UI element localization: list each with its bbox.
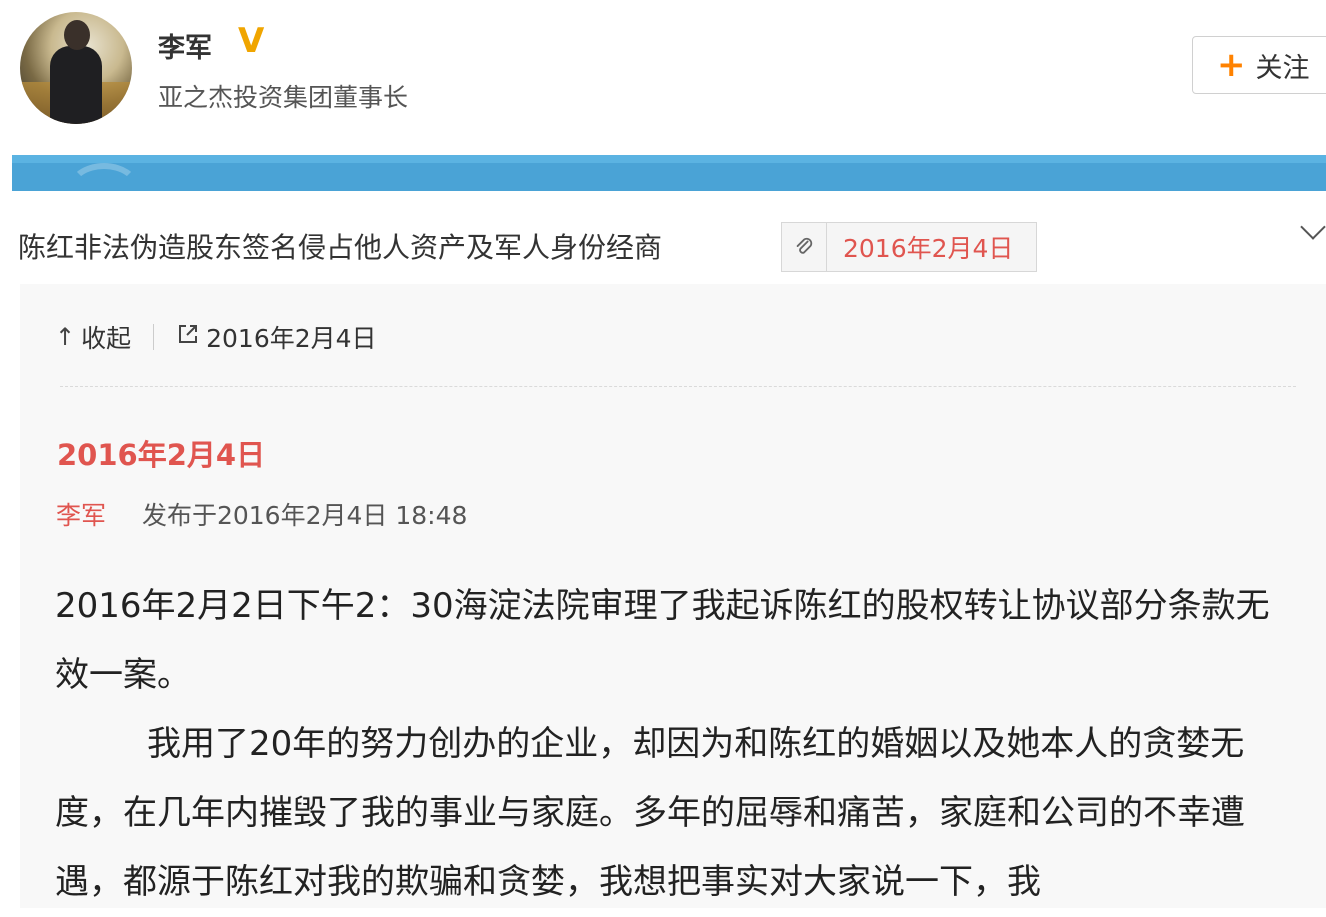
post-content: 2016年2月2日下午2：30海淀法院审理了我起诉陈红的股权转让协议部分条款无效…: [55, 572, 1285, 917]
user-name[interactable]: 李军: [158, 26, 212, 65]
tag-date-label: 2016年2月4日: [843, 234, 1014, 263]
header-banner: [12, 155, 1326, 191]
avatar[interactable]: [20, 12, 132, 124]
collapse-link[interactable]: 收起: [81, 319, 131, 355]
post-published: 发布于2016年2月4日 18:48: [141, 501, 468, 530]
follow-label: 关注: [1255, 52, 1310, 84]
paragraph: 我用了20年的努力创办的企业，却因为和陈红的婚姻以及她本人的贪婪无度，在几年内摧…: [55, 724, 1245, 902]
post-meta: 李军 发布于2016年2月4日 18:48: [56, 496, 467, 532]
external-link-icon[interactable]: [176, 322, 200, 352]
date-tag[interactable]: 2016年2月4日: [781, 222, 1037, 272]
toolbar-separator: [153, 324, 155, 350]
article-toolbar: ↑ 收起 2016年2月4日: [55, 320, 377, 354]
verified-badge-icon: V: [238, 21, 265, 61]
article-title[interactable]: 陈红非法伪造股东签名侵占他人资产及军人身份经商: [18, 226, 662, 266]
chevron-down-icon[interactable]: [1300, 214, 1326, 240]
user-description: 亚之杰投资集团董事长: [158, 83, 409, 112]
paragraph: 2016年2月2日下午2：30海淀法院审理了我起诉陈红的股权转让协议部分条款无效…: [55, 586, 1270, 695]
paperclip-icon: [782, 223, 827, 271]
post-date-heading: 2016年2月4日: [57, 438, 266, 472]
arrow-up-icon[interactable]: ↑: [55, 323, 75, 351]
post-author-link[interactable]: 李军: [56, 501, 106, 530]
banner-decoration-icon: [68, 163, 140, 215]
follow-button[interactable]: + 关注: [1192, 36, 1326, 94]
plus-icon: +: [1217, 45, 1246, 85]
divider: [60, 386, 1296, 388]
open-article-link[interactable]: 2016年2月4日: [206, 319, 376, 355]
